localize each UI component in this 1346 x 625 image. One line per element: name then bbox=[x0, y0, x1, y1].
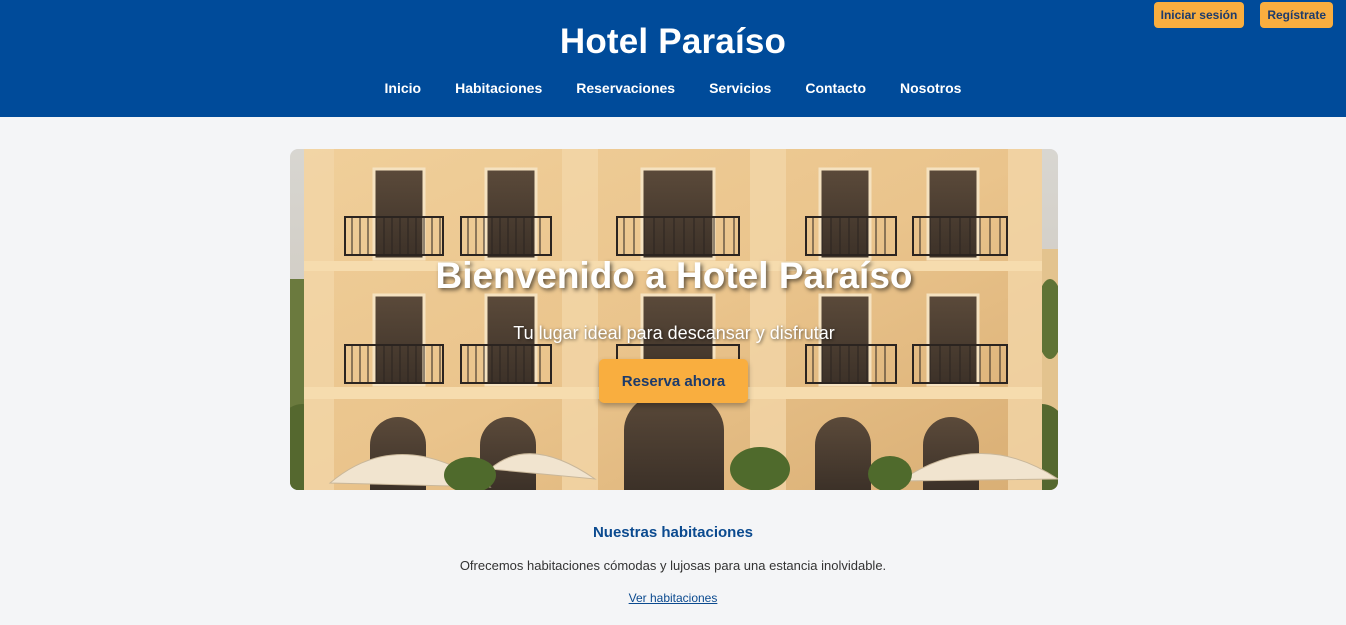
nav-item-reservaciones[interactable]: Reservaciones bbox=[576, 80, 675, 96]
view-rooms-link[interactable]: Ver habitaciones bbox=[629, 591, 718, 605]
hero-subtitle: Tu lugar ideal para descansar y disfruta… bbox=[513, 323, 835, 343]
hero-banner: Bienvenido a Hotel Paraíso Tu lugar idea… bbox=[290, 149, 1058, 490]
nav-item-habitaciones[interactable]: Habitaciones bbox=[455, 80, 542, 96]
nav-item-nosotros[interactable]: Nosotros bbox=[900, 80, 961, 96]
nav-item-inicio[interactable]: Inicio bbox=[385, 80, 422, 96]
rooms-description: Ofrecemos habitaciones cómodas y lujosas… bbox=[459, 558, 887, 573]
site-title: Hotel Paraíso bbox=[559, 22, 787, 61]
nav-item-servicios[interactable]: Servicios bbox=[709, 80, 771, 96]
hero-title: Bienvenido a Hotel Paraíso bbox=[435, 255, 913, 296]
rooms-heading: Nuestras habitaciones bbox=[592, 524, 754, 541]
reserve-now-button[interactable]: Reserva ahora bbox=[599, 359, 748, 403]
main-nav: Inicio Habitaciones Reservaciones Servic… bbox=[0, 80, 1346, 96]
hotel-facade-image bbox=[290, 149, 1058, 490]
register-button[interactable]: Regístrate bbox=[1260, 2, 1333, 28]
auth-buttons: Iniciar sesión Regístrate bbox=[1153, 2, 1333, 28]
nav-item-contacto[interactable]: Contacto bbox=[805, 80, 866, 96]
site-header: Hotel Paraíso Inicio Habitaciones Reserv… bbox=[0, 0, 1346, 117]
rooms-section: Nuestras habitaciones Ofrecemos habitaci… bbox=[0, 524, 1346, 607]
login-button[interactable]: Iniciar sesión bbox=[1153, 2, 1245, 28]
